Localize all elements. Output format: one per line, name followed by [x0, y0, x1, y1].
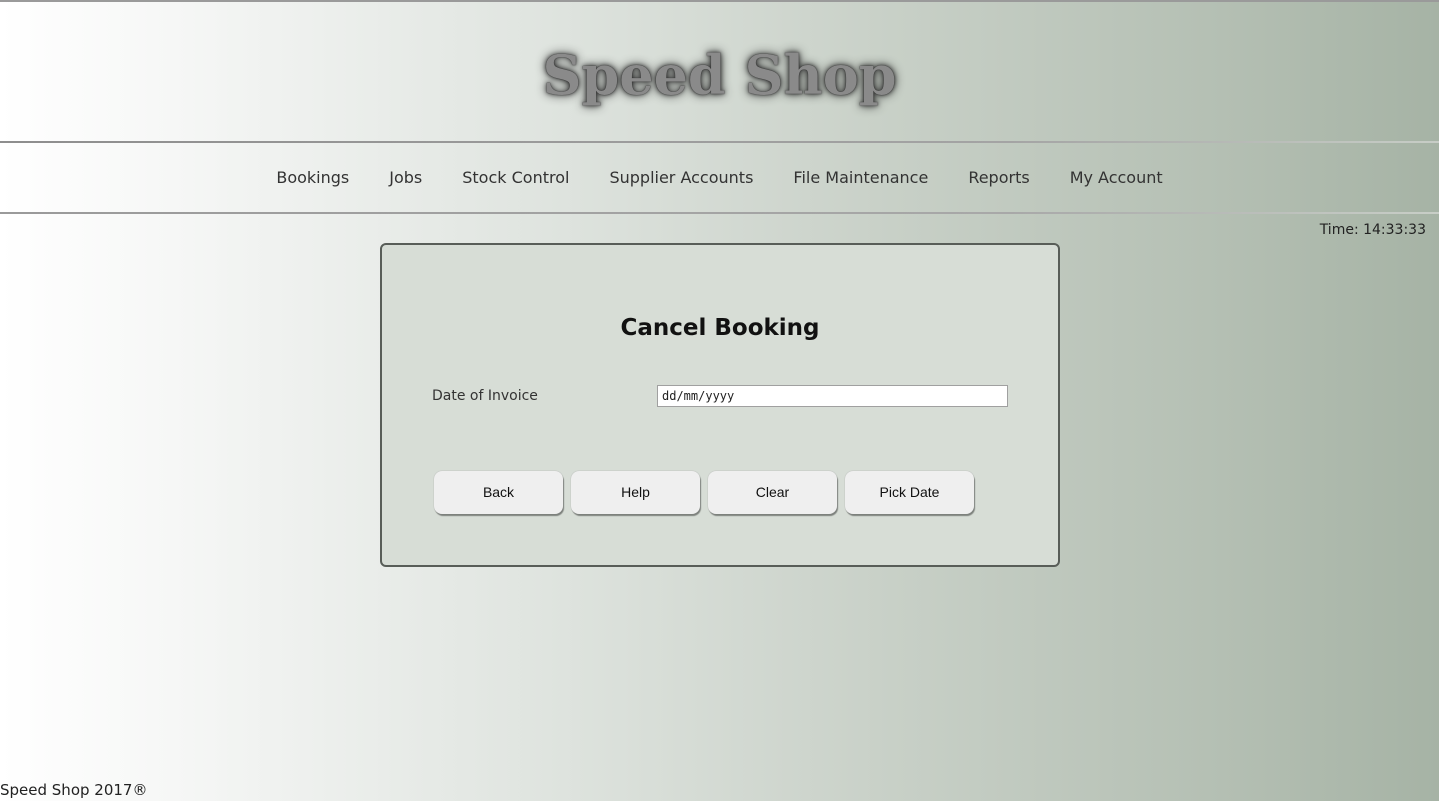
date-of-invoice-label: Date of Invoice: [432, 388, 538, 404]
nav-item-reports[interactable]: Reports: [968, 168, 1029, 187]
panel-title: Cancel Booking: [620, 315, 820, 341]
nav-item-bookings[interactable]: Bookings: [276, 168, 349, 187]
site-header: Speed Shop: [0, 2, 1439, 141]
date-of-invoice-input[interactable]: [657, 385, 1008, 407]
back-button[interactable]: Back: [434, 471, 563, 514]
nav-item-file-maintenance[interactable]: File Maintenance: [793, 168, 928, 187]
cancel-booking-panel: Cancel Booking Date of Invoice Back Help…: [380, 243, 1060, 567]
nav-item-my-account[interactable]: My Account: [1070, 168, 1163, 187]
nav-item-stock-control[interactable]: Stock Control: [462, 168, 569, 187]
footer-copyright: Speed Shop 2017®: [0, 781, 148, 799]
site-logo-title: Speed Shop: [542, 43, 897, 107]
clear-button[interactable]: Clear: [708, 471, 837, 514]
main-nav: Bookings Jobs Stock Control Supplier Acc…: [0, 143, 1439, 212]
help-button[interactable]: Help: [571, 471, 700, 514]
pick-date-button[interactable]: Pick Date: [845, 471, 974, 514]
nav-item-jobs[interactable]: Jobs: [389, 168, 422, 187]
clock-display: Time: 14:33:33: [1319, 222, 1426, 238]
nav-divider: [0, 212, 1439, 214]
nav-item-supplier-accounts[interactable]: Supplier Accounts: [609, 168, 753, 187]
